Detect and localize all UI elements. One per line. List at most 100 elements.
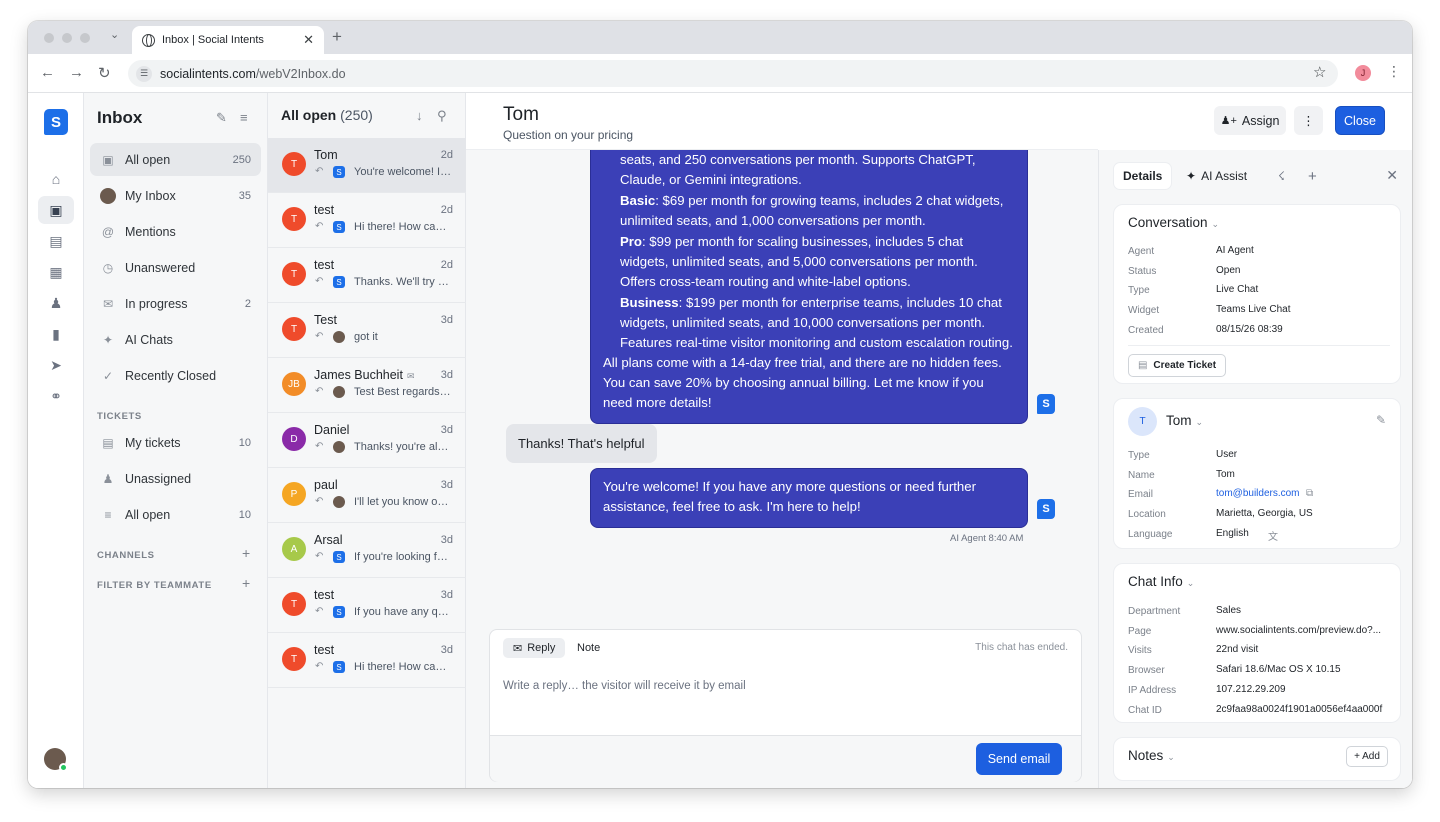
field-label: IP Address: [1128, 684, 1177, 696]
notes-title[interactable]: Notes ⌄: [1128, 748, 1175, 763]
visitor-message: Thanks! That's helpful: [506, 424, 657, 463]
app: S ⌂ ▣ ▤ ▦ ♟ ▮ ➤ ⚭ Inbox ✎ ≡ ▣ All open 2…: [28, 93, 1412, 788]
add-note-button[interactable]: + Add: [1346, 746, 1388, 767]
message-preview: Hi there! How can I...: [354, 221, 452, 233]
sidebar-item-count: 250: [232, 153, 251, 166]
copy-icon[interactable]: ⧉: [1306, 488, 1313, 499]
field-value: Marietta, Georgia, US: [1216, 508, 1313, 520]
contact-name: James Buchheit ✉: [314, 368, 414, 382]
field-value[interactable]: tom@builders.com: [1216, 488, 1300, 499]
tab-title: Inbox | Social Intents: [162, 34, 264, 46]
conversation-card: Conversation ⌄ Agent AI Agent Status Open Typ…: [1113, 204, 1401, 384]
field-label: Visits: [1128, 645, 1152, 657]
tab-details[interactable]: Details: [1114, 163, 1172, 189]
send-icon[interactable]: ➤: [38, 351, 74, 379]
contact-avatar: P: [282, 482, 306, 506]
clock-icon: ◷: [102, 260, 114, 275]
analytics-icon[interactable]: ▮: [38, 320, 74, 348]
conversation-item[interactable]: A Arsal 3d ↶ S If you're looking fo...: [268, 523, 466, 578]
conversation-card-title[interactable]: Conversation ⌄: [1128, 215, 1219, 230]
sidebar-item-mentions[interactable]: @ Mentions: [90, 215, 261, 248]
reply-icon: ↶: [315, 606, 324, 617]
back-icon[interactable]: ←: [40, 64, 55, 81]
browser-tab[interactable]: Inbox | Social Intents ✕: [132, 26, 324, 54]
integration-tab-icon[interactable]: ☇: [1269, 163, 1294, 189]
reload-icon[interactable]: ↻: [98, 64, 111, 82]
home-icon[interactable]: ⌂: [38, 165, 74, 193]
sidebar-item-my-tickets[interactable]: ▤ My tickets 10: [90, 426, 261, 459]
tab-ai-assist[interactable]: ✦ AI Assist: [1177, 163, 1256, 189]
conversation-item[interactable]: Ttest 3d ↶ S Hi there! How can I...: [268, 633, 466, 688]
conversation-item[interactable]: Ttest 3d ↶ S If you have any qu...: [268, 578, 466, 633]
plan-text: : $99 per month for scaling businesses, …: [620, 234, 978, 289]
sidebar-item-recently-closed[interactable]: ✓ Recently Closed: [90, 359, 261, 392]
message-preview: You're welcome! If...: [354, 166, 452, 178]
more-actions-icon[interactable]: ⋮: [1294, 106, 1323, 135]
translate-icon[interactable]: 文: [1268, 528, 1278, 543]
compose-icon[interactable]: ✎: [216, 110, 227, 126]
agent-avatar-icon: [333, 441, 345, 453]
apps-grid-icon[interactable]: ▦: [38, 258, 74, 286]
user-card: T Tom ⌄ ✎ Type User Name Tom Email tom@builder…: [1113, 398, 1401, 549]
conversation-item[interactable]: T Tom 2d ↶ S You're welcome! If...: [268, 138, 466, 193]
contact-name-label: test: [314, 643, 335, 657]
conversation-item[interactable]: Ppaul 3d ↶ I'll let you know on...: [268, 468, 466, 523]
sidebar-item-label: My tickets: [125, 435, 181, 450]
sidebar-item-in-progress[interactable]: ✉ In progress 2: [90, 287, 261, 320]
url-field[interactable]: ☰ socialintents.com/webV2Inbox.do: [128, 60, 1338, 87]
conversation-item[interactable]: Ttest 2d ↶ S Hi there! How can I...: [268, 193, 466, 248]
add-teammate-filter-icon[interactable]: +: [242, 575, 250, 591]
new-tab-icon[interactable]: +: [332, 27, 342, 47]
sidebar-item-tickets-all-open[interactable]: ≡ All open 10: [90, 498, 261, 531]
team-icon[interactable]: ♟: [38, 289, 74, 317]
add-channel-icon[interactable]: +: [242, 545, 250, 561]
close-panel-icon[interactable]: ✕: [1386, 167, 1398, 184]
close-tab-icon[interactable]: ✕: [303, 32, 314, 48]
create-ticket-button[interactable]: ▤ Create Ticket: [1128, 354, 1226, 377]
conversation-item[interactable]: Ttest 2d ↶ S Thanks. We'll try a...: [268, 248, 466, 303]
inbox-icon[interactable]: ▣: [38, 196, 74, 224]
conversation-time: 3d: [440, 644, 453, 656]
tab-search-chevron-icon[interactable]: ⌄: [110, 28, 119, 41]
sidebar-item-ai-chats[interactable]: ✦ AI Chats: [90, 323, 261, 356]
window-zoom-dot[interactable]: [80, 33, 90, 43]
ticket-icon[interactable]: ▤: [38, 227, 74, 255]
agent-avatar[interactable]: [44, 748, 68, 772]
conversation-item[interactable]: D Daniel 3d ↶ Thanks! you're alw...: [268, 413, 466, 468]
sort-icon[interactable]: ↓: [416, 108, 423, 123]
forward-icon[interactable]: →: [69, 64, 84, 81]
conversation-time: 3d: [440, 369, 453, 381]
sidebar-item-my-inbox[interactable]: My Inbox 35: [90, 179, 261, 212]
profile-avatar[interactable]: J: [1355, 65, 1371, 81]
conversation-item[interactable]: T Test 3d ↶ got it: [268, 303, 466, 358]
user-card-title[interactable]: Tom ⌄: [1166, 413, 1203, 428]
search-icon[interactable]: ⚲: [437, 108, 447, 124]
user-name: Tom: [1166, 413, 1192, 428]
social-intents-logo[interactable]: S: [44, 109, 68, 135]
sidebar-item-unanswered[interactable]: ◷ Unanswered: [90, 251, 261, 284]
send-email-button[interactable]: Send email: [976, 743, 1062, 775]
site-settings-icon[interactable]: ☰: [136, 65, 152, 82]
field-value: English: [1216, 527, 1249, 539]
reply-icon: ↶: [315, 441, 324, 452]
link-icon[interactable]: ⚭: [38, 382, 74, 410]
browser-menu-icon[interactable]: ⋮: [1387, 63, 1401, 80]
reply-input[interactable]: Write a reply… the visitor will receive …: [503, 680, 746, 692]
conversation-item[interactable]: JB James Buchheit ✉ 3d ↶ Test Best regards, .…: [268, 358, 466, 413]
close-chat-button[interactable]: Close: [1335, 106, 1385, 135]
bookmark-star-icon[interactable]: ☆: [1313, 63, 1326, 81]
tab-note[interactable]: Note: [567, 638, 610, 658]
window-minimize-dot[interactable]: [62, 33, 72, 43]
window-close-dot[interactable]: [44, 33, 54, 43]
reply-icon: ↶: [315, 386, 324, 397]
sidebar-item-all-open[interactable]: ▣ All open 250: [90, 143, 261, 176]
field-value: www.socialintents.com/preview.do?...: [1216, 624, 1382, 636]
filter-list-icon[interactable]: ≡: [240, 110, 248, 125]
plan-name: Business: [620, 295, 679, 310]
sidebar-item-unassigned[interactable]: ♟ Unassigned: [90, 462, 261, 495]
assign-button[interactable]: ♟+ Assign: [1214, 106, 1286, 135]
chat-info-title[interactable]: Chat Info ⌄: [1128, 574, 1194, 589]
edit-icon[interactable]: ✎: [1376, 413, 1386, 427]
tab-reply[interactable]: ✉ Reply: [503, 638, 566, 658]
add-tab-icon[interactable]: +: [1299, 163, 1326, 189]
